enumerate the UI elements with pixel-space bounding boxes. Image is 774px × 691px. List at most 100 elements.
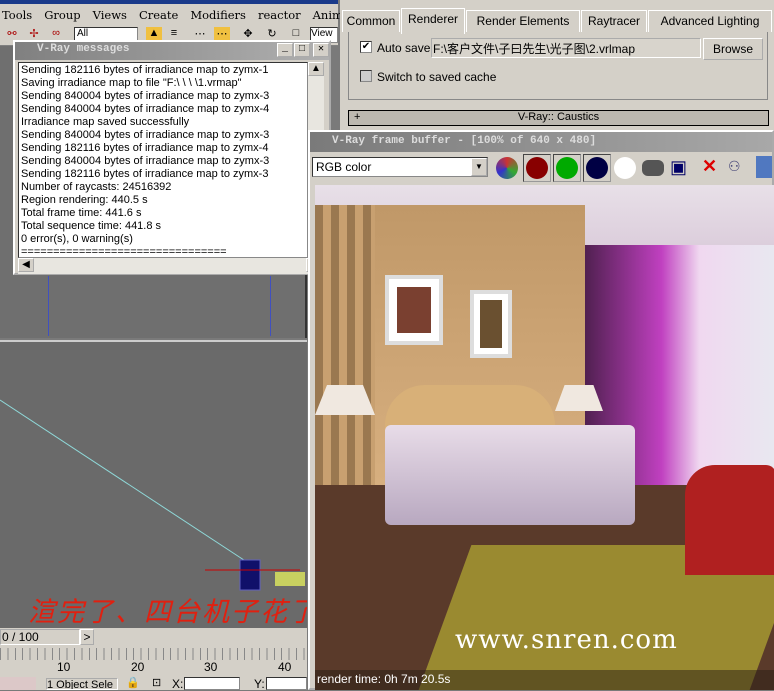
time-slider[interactable]: 0 / 100 <box>0 629 80 645</box>
log-line: Sending 840004 bytes of irradiance map t… <box>21 129 270 141</box>
render-time: render time: 0h 7m 20.5s <box>315 670 774 690</box>
messages-title: V-Ray messages <box>37 43 130 55</box>
maximize-button[interactable]: □ <box>294 43 310 57</box>
messages-log: Sending 182116 bytes of irradiance map t… <box>18 62 308 258</box>
viewport-perspective[interactable]: 渲完了、四台机子花了7分多钟 <box>0 340 307 628</box>
horizontal-scrollbar[interactable]: ◀ ▶ <box>18 258 324 274</box>
scroll-left-icon[interactable]: ◀ <box>18 258 34 272</box>
log-line: Sending 840004 bytes of irradiance map t… <box>21 90 270 102</box>
log-line: Total sequence time: 441.8 s <box>21 220 162 232</box>
clear-icon[interactable]: ✕ <box>702 156 717 177</box>
switch-cache-checkbox[interactable] <box>360 70 372 82</box>
minimize-button[interactable]: _ <box>277 43 293 57</box>
selection-status: 1 Object Sele <box>46 678 118 690</box>
viewport-geometry <box>0 399 305 591</box>
switch-cache-label: Switch to saved cache <box>377 70 497 84</box>
grid-line <box>48 276 49 336</box>
scroll-up-icon[interactable]: ▲ <box>308 62 324 76</box>
x-label: X: <box>172 677 184 691</box>
log-line: Region rendering: 440.5 s <box>21 194 148 206</box>
log-line: Saving irradiance map to file "F:\ \ \ \… <box>21 77 242 89</box>
y-coordinate-field[interactable] <box>266 677 307 690</box>
tab-render-elements[interactable]: Render Elements <box>466 10 580 32</box>
green-circle-icon <box>556 157 578 179</box>
tab-label: Render Elements <box>476 14 570 28</box>
region-render-icon[interactable] <box>756 156 772 178</box>
tab-common[interactable]: Common <box>342 10 400 32</box>
frame-buffer-titlebar[interactable]: V-Ray frame buffer - [100% of 640 x 480] <box>310 132 772 152</box>
alpha-channel-icon[interactable] <box>614 157 636 179</box>
next-frame-button[interactable]: > <box>80 629 94 645</box>
picture-frame-left <box>385 275 443 345</box>
menu-animation[interactable]: Anim <box>313 8 343 24</box>
tick-label: 30 <box>204 660 218 674</box>
rgb-channels-icon[interactable] <box>496 157 518 179</box>
render-scene-dialog: Common Renderer Render Elements Raytrace… <box>340 0 774 130</box>
log-line: Irradiance map saved successfully <box>21 116 190 128</box>
absolute-mode-icon[interactable]: ⊡ <box>152 676 161 689</box>
log-line: Total frame time: 441.6 s <box>21 207 142 219</box>
tab-label: Common <box>346 14 396 28</box>
armchair <box>685 465 774 575</box>
grid-line <box>270 276 271 336</box>
lock-icon[interactable]: 🔒 <box>126 676 140 689</box>
overlay-caption: 渲完了、四台机子花了7分多钟 <box>28 597 307 628</box>
red-circle-icon <box>526 157 548 179</box>
x-coordinate-field[interactable] <box>184 677 240 690</box>
log-line: Number of raycasts: 24516392 <box>21 181 172 193</box>
menu-group[interactable]: Group <box>44 8 80 24</box>
log-line: ================================ <box>21 246 227 258</box>
tab-label: Renderer <box>407 12 459 26</box>
picture-frame-right <box>470 290 512 358</box>
rollout-title: V-Ray:: Caustics <box>517 111 600 123</box>
bed <box>385 425 635 525</box>
tab-raytracer[interactable]: Raytracer <box>581 10 647 32</box>
vray-messages-window: V-Ray messages _ □ ✕ Sending 182116 byte… <box>13 40 331 275</box>
track-mouse-icon[interactable]: ⚇ <box>728 158 741 175</box>
log-line: Sending 840004 bytes of irradiance map t… <box>21 103 270 115</box>
blue-circle-icon <box>586 157 608 179</box>
messages-titlebar[interactable]: V-Ray messages _ □ ✕ <box>15 42 329 60</box>
menu-views[interactable]: Views <box>93 8 127 24</box>
menu-create[interactable]: Create <box>139 8 178 24</box>
channel-value: RGB color <box>316 160 372 174</box>
rendered-image: www.snren.com render time: 0h 7m 20.5s <box>315 185 774 690</box>
monochrome-icon[interactable] <box>642 160 664 176</box>
tick-label: 40 <box>278 660 292 674</box>
auto-save-checkbox[interactable]: ✔ <box>360 41 372 53</box>
tab-label: Raytracer <box>587 14 640 28</box>
blue-channel-button[interactable] <box>583 154 611 182</box>
log-line: Sending 182116 bytes of irradiance map t… <box>21 142 269 154</box>
time-ruler[interactable] <box>0 648 307 660</box>
menu-reactor[interactable]: reactor <box>258 8 301 24</box>
y-label: Y: <box>254 677 265 691</box>
channel-dropdown[interactable]: RGB color ▼ <box>312 157 488 177</box>
tick-label: 10 <box>57 660 71 674</box>
red-channel-button[interactable] <box>523 154 551 182</box>
timeline: 0 / 100 > 10 20 30 40 1 Object Sele 🔒 ⊡ … <box>0 628 307 691</box>
maxscript-listener[interactable] <box>0 677 36 690</box>
rollout-expand-icon: + <box>354 111 361 123</box>
caustics-rollout-header[interactable]: + V-Ray:: Caustics <box>348 110 769 126</box>
tab-renderer[interactable]: Renderer <box>401 8 465 34</box>
tick-label: 20 <box>131 660 145 674</box>
green-channel-button[interactable] <box>553 154 581 182</box>
auto-save-path-field[interactable]: F:\客户文件\子曰先生\光子图\2.vrlmap <box>431 38 701 58</box>
tab-advanced-lighting[interactable]: Advanced Lighting <box>648 10 772 32</box>
save-icon[interactable]: ▣ <box>670 157 687 178</box>
close-button[interactable]: ✕ <box>313 43 329 57</box>
reference-coord-value: View <box>311 28 333 39</box>
watermark: www.snren.com <box>455 625 678 655</box>
menu-bar: Tools Group Views Create Modifiers react… <box>0 0 343 24</box>
selection-filter-value: All <box>77 28 89 39</box>
chevron-down-icon: ▼ <box>471 158 487 176</box>
browse-button[interactable]: Browse <box>703 38 763 60</box>
auto-save-label: Auto save: <box>377 41 434 55</box>
menu-modifiers[interactable]: Modifiers <box>190 8 246 24</box>
log-line: 0 error(s), 0 warning(s) <box>21 233 133 245</box>
menu-tools[interactable]: Tools <box>2 8 32 24</box>
tab-label: Advanced Lighting <box>660 14 760 28</box>
log-line: Sending 182116 bytes of irradiance map t… <box>21 64 269 76</box>
log-line: Sending 840004 bytes of irradiance map t… <box>21 155 270 167</box>
log-line: Sending 182116 bytes of irradiance map t… <box>21 168 269 180</box>
